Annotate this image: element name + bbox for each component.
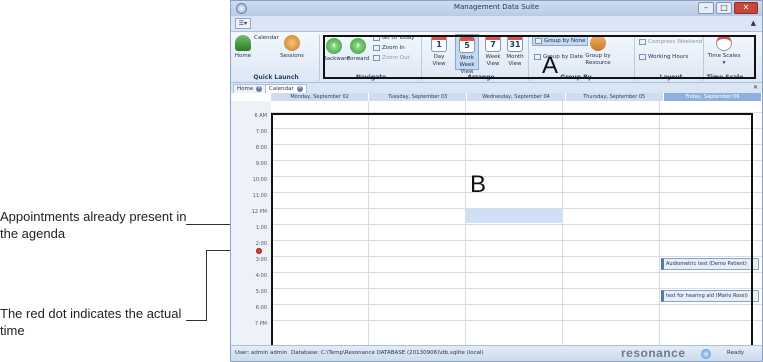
day-header[interactable]: Monday, September 02 bbox=[271, 93, 370, 101]
time-label: 6:00 bbox=[255, 305, 267, 311]
time-label: 12 PM bbox=[251, 209, 267, 215]
status-ready: Ready bbox=[727, 350, 745, 356]
tab-calendar[interactable]: Calendar ✕ bbox=[265, 84, 307, 93]
region-b-box bbox=[271, 113, 753, 347]
day-headers: Monday, September 02 Tuesday, September … bbox=[271, 93, 762, 101]
time-label: 3:00 bbox=[255, 257, 267, 263]
time-label: 11:00 bbox=[252, 193, 267, 199]
day-header[interactable]: Tuesday, September 03 bbox=[369, 93, 468, 101]
close-tab-icon[interactable]: ✕ bbox=[256, 85, 263, 92]
document-tabs: Home ✕ Calendar ✕ ✕ bbox=[231, 84, 762, 93]
region-a-label: A bbox=[542, 52, 559, 79]
sessions-label: Sessions bbox=[280, 53, 304, 59]
title-bar: Management Data Suite – □ ✕ bbox=[231, 1, 762, 16]
tab-calendar-label: Calendar bbox=[269, 86, 294, 92]
day-header[interactable]: Thursday, September 05 bbox=[565, 93, 664, 101]
status-bar: User: admin admin Database: C:\Temp\Reso… bbox=[231, 345, 762, 361]
maximize-button[interactable]: □ bbox=[716, 2, 732, 14]
time-label: 1:00 bbox=[255, 225, 267, 231]
brand-logo: resonance bbox=[621, 346, 686, 360]
minimize-button[interactable]: – bbox=[698, 2, 714, 14]
time-ruler: 6 AM 7:00 8:00 9:00 10:00 11:00 12 PM 1:… bbox=[231, 101, 271, 347]
close-button[interactable]: ✕ bbox=[734, 2, 758, 14]
red-dot-leader-vertical bbox=[206, 250, 207, 321]
screenshot-root: Appointments already present in the agen… bbox=[0, 0, 763, 362]
calendar-view: Monday, September 02 Tuesday, September … bbox=[231, 93, 762, 347]
time-label: 8:00 bbox=[255, 145, 267, 151]
brand-icon bbox=[701, 349, 711, 359]
red-dot-annotation: The red dot indicates the actual time bbox=[0, 306, 182, 338]
ribbon-collapse-icon[interactable]: ▲ bbox=[751, 19, 756, 27]
status-user: User: admin admin bbox=[235, 350, 288, 356]
status-database: Database: C:\Temp\Resonance DATABASE (20… bbox=[291, 350, 484, 356]
home-button[interactable]: Home bbox=[234, 35, 252, 60]
time-label: 7 PM bbox=[254, 321, 267, 327]
time-label: 10:00 bbox=[252, 177, 267, 183]
red-dot-leader-horizontal bbox=[186, 320, 207, 321]
time-label: 9:00 bbox=[255, 161, 267, 167]
tab-home-label: Home bbox=[237, 86, 254, 92]
day-header-today[interactable]: Friday, September 06 bbox=[663, 93, 762, 101]
home-label: Home bbox=[234, 53, 252, 59]
time-label: 2:00 bbox=[255, 241, 267, 247]
ear-icon bbox=[284, 35, 300, 51]
region-a-box bbox=[323, 35, 756, 79]
group-separator bbox=[319, 35, 320, 81]
home-icon bbox=[235, 35, 251, 51]
close-document-icon[interactable]: ✕ bbox=[753, 84, 758, 91]
close-tab-icon[interactable]: ✕ bbox=[296, 85, 303, 92]
tab-home[interactable]: Home ✕ bbox=[233, 84, 267, 93]
appointments-annotation: Appointments already present in the agen… bbox=[0, 209, 187, 241]
day-header[interactable]: Wednesday, September 04 bbox=[467, 93, 566, 101]
calendar-button[interactable]: 31 Calendar bbox=[254, 35, 279, 143]
region-b-label: B bbox=[470, 171, 487, 198]
calendar-label: Calendar bbox=[254, 35, 279, 41]
time-label: 7:00 bbox=[255, 129, 267, 135]
time-label: 6 AM bbox=[254, 113, 267, 119]
app-window: Management Data Suite – □ ✕ ☰▾ ▲ Home 31… bbox=[230, 0, 763, 362]
sessions-button[interactable]: Sessions bbox=[280, 35, 304, 60]
time-label: 4:00 bbox=[255, 273, 267, 279]
window-title: Management Data Suite bbox=[453, 3, 540, 11]
time-label: 5:00 bbox=[255, 289, 267, 295]
window-controls: – □ ✕ bbox=[696, 2, 758, 14]
quick-access-toolbar[interactable]: ☰▾ bbox=[235, 18, 251, 29]
group-label-quick-launch: Quick Launch bbox=[253, 74, 299, 81]
current-time-dot bbox=[256, 248, 262, 254]
